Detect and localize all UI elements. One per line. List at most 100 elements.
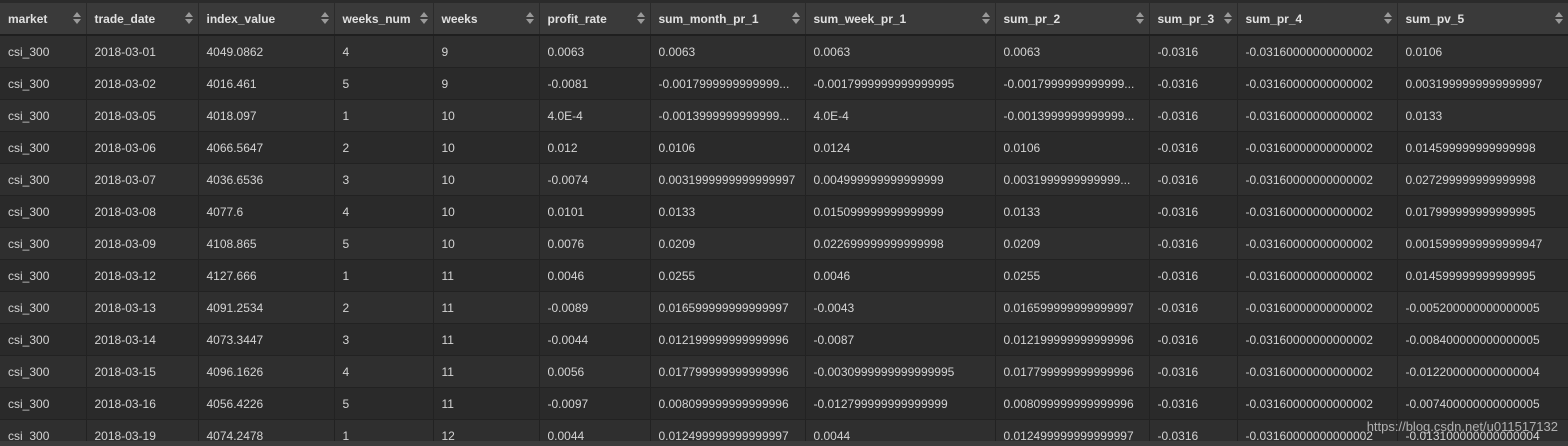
table-cell-sum-pr-3[interactable]: -0.0316	[1149, 163, 1238, 196]
sort-icon[interactable]	[1223, 12, 1232, 25]
table-cell-sum-pr-2[interactable]: 0.017799999999999996	[995, 355, 1150, 388]
table-cell-profit-rate[interactable]: 0.0063	[539, 35, 651, 68]
table-cell-trade-date[interactable]: 2018-03-06	[86, 131, 199, 164]
table-cell-weeks-num[interactable]: 3	[334, 323, 434, 356]
table-cell-weeks-num[interactable]: 4	[334, 35, 434, 68]
table-cell-sum-pv-5[interactable]: -0.012200000000000004	[1397, 355, 1568, 388]
table-cell-trade-date[interactable]: 2018-03-13	[86, 291, 199, 324]
table-cell-sum-pr-4[interactable]: -0.03160000000000002	[1237, 163, 1398, 196]
table-cell-market[interactable]: csi_300	[0, 323, 87, 356]
table-cell-market[interactable]: csi_300	[0, 387, 87, 420]
table-cell-weeks[interactable]: 11	[433, 291, 540, 324]
sort-icon[interactable]	[1554, 12, 1563, 25]
table-cell-sum-pr-4[interactable]: -0.03160000000000002	[1237, 195, 1398, 228]
table-cell-trade-date[interactable]: 2018-03-08	[86, 195, 199, 228]
table-cell-trade-date[interactable]: 2018-03-05	[86, 99, 199, 132]
table-cell-sum-pr-4[interactable]: -0.03160000000000002	[1237, 227, 1398, 260]
table-cell-profit-rate[interactable]: -0.0081	[539, 67, 651, 100]
table-cell-trade-date[interactable]: 2018-03-15	[86, 355, 199, 388]
table-row[interactable]: csi_300 2018-03-05 4018.097 1 10 4.0E-4 -0.001…	[0, 99, 1568, 132]
column-header-profit-rate[interactable]: profit_rate	[539, 3, 651, 36]
table-cell-sum-month-pr-1[interactable]: 0.017799999999999996	[650, 355, 806, 388]
table-cell-sum-pr-3[interactable]: -0.0316	[1149, 195, 1238, 228]
table-cell-sum-pr-3[interactable]: -0.0316	[1149, 291, 1238, 324]
table-cell-index-value[interactable]: 4091.2534	[198, 291, 335, 324]
table-cell-sum-week-pr-1[interactable]: -0.0030999999999999995	[805, 355, 996, 388]
table-cell-sum-pr-3[interactable]: -0.0316	[1149, 387, 1238, 420]
table-cell-sum-week-pr-1[interactable]: -0.0087	[805, 323, 996, 356]
table-cell-sum-month-pr-1[interactable]: 0.008099999999999996	[650, 387, 806, 420]
table-cell-weeks-num[interactable]: 2	[334, 131, 434, 164]
table-cell-sum-pv-5[interactable]: -0.005200000000000005	[1397, 291, 1568, 324]
table-cell-sum-pr-4[interactable]: -0.03160000000000002	[1237, 259, 1398, 292]
table-cell-weeks-num[interactable]: 5	[334, 67, 434, 100]
table-cell-sum-pv-5[interactable]: 0.014599999999999995	[1397, 259, 1568, 292]
table-row[interactable]: csi_300 2018-03-09 4108.865 5 10 0.0076 0.0209…	[0, 227, 1568, 260]
sort-icon[interactable]	[791, 12, 800, 25]
table-cell-index-value[interactable]: 4036.6536	[198, 163, 335, 196]
table-row[interactable]: csi_300 2018-03-06 4066.5647 2 10 0.012 0.0106…	[0, 131, 1568, 164]
table-cell-profit-rate[interactable]: -0.0044	[539, 323, 651, 356]
table-row[interactable]: csi_300 2018-03-16 4056.4226 5 11 -0.0097 0.00…	[0, 387, 1568, 420]
table-cell-profit-rate[interactable]: 0.0076	[539, 227, 651, 260]
table-cell-sum-pr-4[interactable]: -0.03160000000000002	[1237, 323, 1398, 356]
table-cell-sum-month-pr-1[interactable]: 0.0133	[650, 195, 806, 228]
table-cell-market[interactable]: csi_300	[0, 259, 87, 292]
table-cell-weeks-num[interactable]: 4	[334, 195, 434, 228]
table-cell-weeks-num[interactable]: 2	[334, 291, 434, 324]
table-cell-weeks[interactable]: 10	[433, 227, 540, 260]
sort-icon[interactable]	[419, 12, 428, 25]
table-cell-index-value[interactable]: 4016.461	[198, 67, 335, 100]
table-cell-sum-pr-4[interactable]: -0.03160000000000002	[1237, 35, 1398, 68]
table-cell-weeks[interactable]: 11	[433, 387, 540, 420]
table-cell-weeks[interactable]: 10	[433, 163, 540, 196]
table-cell-profit-rate[interactable]: -0.0097	[539, 387, 651, 420]
table-cell-sum-pv-5[interactable]: 0.014599999999999998	[1397, 131, 1568, 164]
column-header-sum-pv-5[interactable]: sum_pv_5	[1397, 3, 1568, 36]
table-cell-index-value[interactable]: 4077.6	[198, 195, 335, 228]
table-cell-index-value[interactable]: 4049.0862	[198, 35, 335, 68]
table-cell-sum-pr-2[interactable]: 0.0063	[995, 35, 1150, 68]
table-cell-weeks[interactable]: 11	[433, 259, 540, 292]
table-cell-sum-pr-3[interactable]: -0.0316	[1149, 323, 1238, 356]
table-cell-index-value[interactable]: 4066.5647	[198, 131, 335, 164]
table-cell-sum-pr-2[interactable]: 0.0209	[995, 227, 1150, 260]
table-cell-profit-rate[interactable]: 0.0101	[539, 195, 651, 228]
table-cell-weeks[interactable]: 9	[433, 67, 540, 100]
sort-icon[interactable]	[72, 12, 81, 25]
table-cell-market[interactable]: csi_300	[0, 35, 87, 68]
table-cell-sum-week-pr-1[interactable]: -0.0043	[805, 291, 996, 324]
table-cell-profit-rate[interactable]: -0.0089	[539, 291, 651, 324]
table-cell-sum-pr-4[interactable]: -0.03160000000000002	[1237, 291, 1398, 324]
table-cell-weeks[interactable]: 11	[433, 323, 540, 356]
table-cell-sum-month-pr-1[interactable]: -0.0013999999999999...	[650, 99, 806, 132]
table-cell-profit-rate[interactable]: 4.0E-4	[539, 99, 651, 132]
table-cell-sum-pr-3[interactable]: -0.0316	[1149, 355, 1238, 388]
table-cell-weeks-num[interactable]: 1	[334, 99, 434, 132]
table-cell-sum-week-pr-1[interactable]: 0.0124	[805, 131, 996, 164]
table-cell-market[interactable]: csi_300	[0, 355, 87, 388]
sort-icon[interactable]	[184, 12, 193, 25]
table-cell-weeks-num[interactable]: 5	[334, 227, 434, 260]
table-cell-sum-month-pr-1[interactable]: 0.0255	[650, 259, 806, 292]
table-cell-sum-week-pr-1[interactable]: 0.0046	[805, 259, 996, 292]
table-cell-sum-pv-5[interactable]: 0.0031999999999999997	[1397, 67, 1568, 100]
table-cell-trade-date[interactable]: 2018-03-12	[86, 259, 199, 292]
table-cell-sum-pr-4[interactable]: -0.03160000000000002	[1237, 355, 1398, 388]
table-cell-weeks[interactable]: 10	[433, 99, 540, 132]
table-cell-sum-pr-4[interactable]: -0.03160000000000002	[1237, 387, 1398, 420]
column-header-sum-pr-3[interactable]: sum_pr_3	[1149, 3, 1238, 36]
table-cell-sum-month-pr-1[interactable]: -0.0017999999999999...	[650, 67, 806, 100]
table-cell-weeks[interactable]: 10	[433, 195, 540, 228]
table-cell-index-value[interactable]: 4073.3447	[198, 323, 335, 356]
table-row[interactable]: csi_300 2018-03-14 4073.3447 3 11 -0.0044 0.01…	[0, 323, 1568, 356]
table-cell-sum-week-pr-1[interactable]: 0.004999999999999999	[805, 163, 996, 196]
table-cell-weeks-num[interactable]: 3	[334, 163, 434, 196]
table-cell-sum-pr-4[interactable]: -0.03160000000000002	[1237, 99, 1398, 132]
table-cell-sum-pv-5[interactable]: 0.017999999999999995	[1397, 195, 1568, 228]
sort-icon[interactable]	[1135, 12, 1144, 25]
table-cell-weeks[interactable]: 9	[433, 35, 540, 68]
sort-icon[interactable]	[981, 12, 990, 25]
table-cell-trade-date[interactable]: 2018-03-16	[86, 387, 199, 420]
table-cell-sum-pv-5[interactable]: 0.0106	[1397, 35, 1568, 68]
